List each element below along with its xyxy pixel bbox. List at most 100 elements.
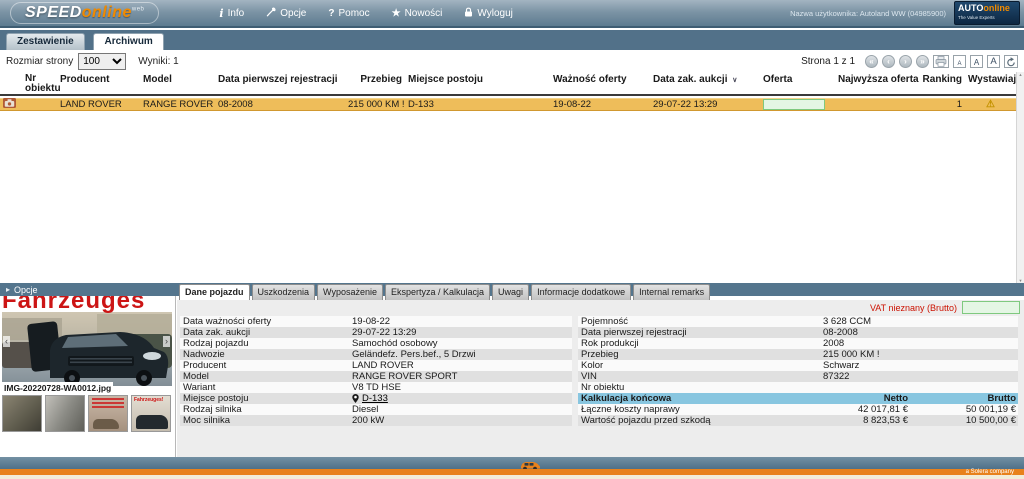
table-row[interactable]: LAND ROVER RANGE ROVER SPOR... 08-2008 2… xyxy=(0,98,1016,111)
main-tab-bar: Zestawienie Archiwum xyxy=(0,30,1024,50)
photo-prev-arrow[interactable]: ‹ xyxy=(3,336,10,347)
bid-input[interactable] xyxy=(763,99,825,110)
font-size-medium-button[interactable]: A xyxy=(970,54,983,68)
field-value: 29-07-22 13:29 xyxy=(352,327,417,338)
photo-filename: IMG-20220728-WA0012.jpg xyxy=(2,382,114,394)
table-scrollbar[interactable]: ▲ ▼ xyxy=(1016,72,1024,283)
field-row-miejsce-postoju: Miejsce postoju D-133 xyxy=(180,393,572,404)
field-row: Nadwozie Geländefz. Pers.bef., 5 Drzwi xyxy=(180,349,572,360)
column-miejsce-postoju[interactable]: Miejsce postoju xyxy=(405,72,550,94)
field-row: Nr obiektu xyxy=(578,382,1018,393)
first-page-button[interactable]: « xyxy=(865,54,878,68)
vehicle-photo-illustration xyxy=(2,321,172,386)
row-photo-cell xyxy=(0,98,22,111)
column-data-zak-aukcji[interactable]: Data zak. aukcji ∨ xyxy=(650,72,760,94)
column-przebieg[interactable]: Przebieg xyxy=(345,72,405,94)
vat-input[interactable] xyxy=(962,301,1020,314)
field-row: Rok produkcji 2008 xyxy=(578,338,1018,349)
row-ranking: 1 xyxy=(956,99,962,110)
field-label: Nadwozie xyxy=(183,349,225,360)
vehicle-details-panel: VAT nieznany (Brutto) Data ważności ofer… xyxy=(177,300,1024,457)
column-waznosc-oferty[interactable]: Ważność oferty xyxy=(550,72,650,94)
field-row: Data pierwszej rejestracji 08-2008 xyxy=(578,327,1018,338)
thumbnail-2[interactable] xyxy=(45,395,85,432)
vehicle-fields-right: Pojemność 3 628 CCM Data pierwszej rejest… xyxy=(578,316,1018,426)
results-count: Wyniki: 1 xyxy=(138,55,179,67)
calc-title: Kalkulacja końcowa xyxy=(581,393,672,404)
column-model[interactable]: Model xyxy=(140,72,215,94)
scroll-up-icon[interactable]: ▲ xyxy=(1019,72,1023,77)
menu-item-opcje[interactable]: Opcje xyxy=(266,7,306,20)
detail-tab-bar: Dane pojazdu Uszkodzenia Wyposażenie Eks… xyxy=(179,284,711,300)
field-row: Kolor Schwarz xyxy=(578,360,1018,371)
detail-tab-dane-pojazdu[interactable]: Dane pojazdu xyxy=(179,284,250,300)
menu-item-pomoc[interactable]: ? Pomoc xyxy=(328,7,369,20)
field-value: 87322 xyxy=(823,371,850,382)
thumbnail-watermark-text: Fahrzeuges! xyxy=(134,397,164,403)
thumbnail-3[interactable] xyxy=(88,395,128,432)
menu-item-info[interactable]: i Info xyxy=(219,7,244,20)
top-menu: i Info Opcje ? Pomoc ★ Nowości Wyloguj xyxy=(219,7,512,20)
field-row: Rodzaj silnika Diesel xyxy=(180,404,572,415)
detail-tab-wyposazenie[interactable]: Wyposażenie xyxy=(317,284,383,300)
tab-zestawienie[interactable]: Zestawienie xyxy=(6,33,85,50)
location-link[interactable]: D-133 xyxy=(362,393,388,404)
main-vehicle-photo[interactable] xyxy=(2,312,172,386)
menu-item-wyloguj[interactable]: Wyloguj xyxy=(464,7,513,20)
column-ranking[interactable]: Ranking xyxy=(915,72,965,94)
calc-brutto-header: Brutto xyxy=(987,393,1017,404)
field-value: V8 TD HSE xyxy=(352,382,401,393)
brand-online-text: online xyxy=(983,3,1010,13)
field-value: 3 628 CCM xyxy=(823,316,872,327)
column-nr-obiektu[interactable]: Nr obiektu xyxy=(22,72,61,94)
field-row: Producent LAND ROVER xyxy=(180,360,572,371)
column-data-pierwszej-rejestracji[interactable]: Data pierwszej rejestracji xyxy=(215,72,345,94)
field-value: LAND ROVER xyxy=(352,360,414,371)
row-przebieg: 215 000 KM ! xyxy=(348,99,405,110)
field-label: Data ważności oferty xyxy=(183,316,272,327)
font-size-small-button[interactable]: A xyxy=(953,54,966,68)
detail-tab-internal-remarks[interactable]: Internal remarks xyxy=(633,284,711,300)
field-value: 2008 xyxy=(823,338,845,349)
field-value: Samochód osobowy xyxy=(352,338,438,349)
print-button[interactable] xyxy=(933,54,949,68)
pagination-controls: Strona 1 z 1 « ‹ › » A A A xyxy=(801,54,1018,68)
field-label: Model xyxy=(183,371,209,382)
last-page-button[interactable]: » xyxy=(916,54,929,68)
field-row: VIN 87322 xyxy=(578,371,1018,382)
refresh-icon xyxy=(1007,56,1015,66)
prev-page-button[interactable]: ‹ xyxy=(882,54,895,68)
menu-item-nowosci[interactable]: ★ Nowości xyxy=(392,7,443,20)
field-row: Rodzaj pojazdu Samochód osobowy xyxy=(180,338,572,349)
detail-tab-uszkodzenia[interactable]: Uszkodzenia xyxy=(251,284,316,300)
column-wystawiajacy[interactable]: Wystawiający xyxy=(965,72,1024,94)
font-size-large-button[interactable]: A xyxy=(987,54,1000,68)
tab-archiwum[interactable]: Archiwum xyxy=(93,33,164,50)
field-value: 200 kW xyxy=(352,415,385,426)
refresh-button[interactable] xyxy=(1004,54,1018,68)
next-page-button[interactable]: › xyxy=(899,54,912,68)
column-data-zak-aukcji-label: Data zak. aukcji xyxy=(653,74,728,85)
field-label: Rok produkcji xyxy=(581,338,639,349)
vat-label: VAT nieznany (Brutto) xyxy=(869,302,957,313)
field-value: Schwarz xyxy=(823,360,860,371)
page-size-select[interactable]: 100 xyxy=(78,52,127,70)
logo-web-superscript: web xyxy=(131,6,145,13)
column-najwyzsza-oferta[interactable]: Najwyższa oferta xyxy=(835,72,919,94)
thumbnail-1[interactable] xyxy=(2,395,42,432)
field-label: VIN xyxy=(581,371,597,382)
detail-tab-informacje-dodatkowe[interactable]: Informacje dodatkowe xyxy=(531,284,632,300)
menu-label-nowosci: Nowości xyxy=(404,7,443,19)
field-row: Data ważności oferty 19-08-22 xyxy=(180,316,572,327)
brand-auto-text: AUTO xyxy=(958,3,984,13)
detail-tab-ekspertyza-kalkulacja[interactable]: Ekspertyza / Kalkulacja xyxy=(385,284,491,300)
detail-tab-uwagi[interactable]: Uwagi xyxy=(492,284,530,300)
column-producent[interactable]: Producent xyxy=(57,72,140,94)
warning-icon[interactable]: ⚠ xyxy=(986,99,995,110)
field-label: Data pierwszej rejestracji xyxy=(581,327,687,338)
thumbnail-4[interactable]: Fahrzeuges! xyxy=(131,395,171,432)
field-label: Rodzaj pojazdu xyxy=(183,338,249,349)
photo-next-arrow[interactable]: › xyxy=(163,336,170,347)
column-oferta[interactable]: Oferta xyxy=(760,72,835,94)
calc-row-repair-costs: Łączne koszty naprawy 42 017,81 € 50 001,… xyxy=(578,404,1018,415)
